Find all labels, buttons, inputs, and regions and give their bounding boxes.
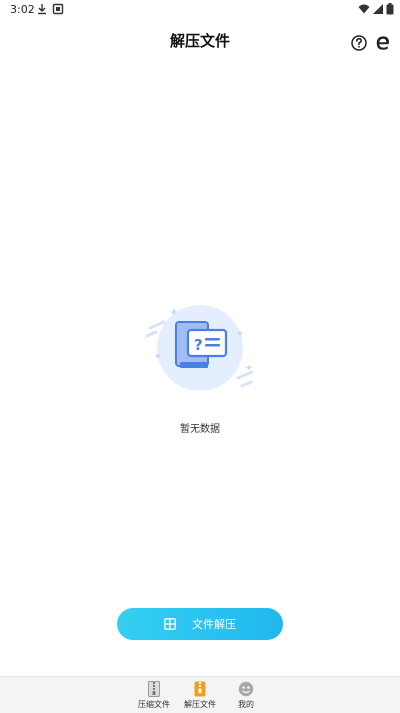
archive-icon bbox=[164, 618, 176, 630]
status-bar: 3:02 bbox=[0, 0, 400, 22]
empty-state-message: 暂无数据 bbox=[180, 424, 220, 435]
nav-item-mine[interactable]: 我的 bbox=[223, 677, 269, 710]
empty-data-illustration: ? bbox=[145, 305, 254, 390]
nav-label-compress: 压缩文件 bbox=[138, 700, 170, 709]
status-time: 3:02 bbox=[10, 3, 35, 16]
extract-file-button[interactable]: 文件解压 bbox=[117, 608, 283, 640]
notification-icon bbox=[52, 3, 64, 15]
signal-icon bbox=[373, 4, 383, 14]
wifi-icon bbox=[358, 4, 370, 14]
download-icon bbox=[38, 4, 46, 15]
battery-icon bbox=[386, 3, 394, 15]
svg-text:?: ? bbox=[194, 336, 203, 354]
help-button[interactable] bbox=[350, 34, 368, 52]
nav-item-extract[interactable]: 解压文件 bbox=[177, 677, 223, 710]
nav-label-mine: 我的 bbox=[238, 700, 254, 709]
edge-browser-icon bbox=[376, 36, 389, 50]
extract-button-label: 文件解压 bbox=[192, 619, 236, 631]
help-icon bbox=[351, 35, 367, 51]
zip-file-icon bbox=[148, 681, 160, 697]
nav-item-compress[interactable]: 压缩文件 bbox=[131, 677, 177, 710]
bottom-navigation: 压缩文件 解压文件 我的 bbox=[0, 676, 400, 713]
browser-button[interactable] bbox=[374, 34, 392, 52]
nav-label-extract: 解压文件 bbox=[184, 700, 216, 709]
unzip-file-icon bbox=[194, 681, 206, 697]
face-icon bbox=[238, 681, 254, 697]
page-title: 解压文件 bbox=[169, 32, 230, 50]
